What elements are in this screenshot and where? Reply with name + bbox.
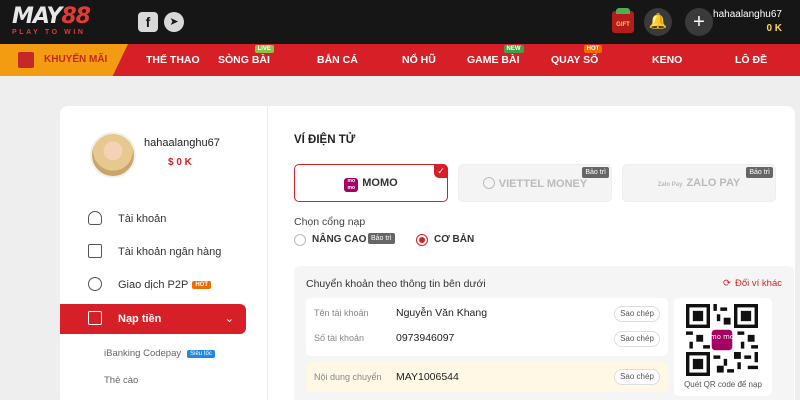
add-funds-button[interactable]: + bbox=[685, 8, 713, 36]
logo-tagline: PLAY TO WIN bbox=[12, 29, 86, 36]
transfer-info-panel: Chuyển khoản theo thông tin bên dưới ⟳ Đổ… bbox=[294, 266, 794, 400]
logo-text-a: MAY bbox=[12, 4, 62, 29]
account-info-box: Tên tài khoản Nguyễn Văn Khang Sao chép … bbox=[306, 298, 668, 356]
nav-item-lode[interactable]: LÔ ĐỀ bbox=[735, 54, 767, 66]
sidebar-username: hahaalanghu67 bbox=[144, 137, 220, 149]
account-number-label: Số tài khoản bbox=[314, 333, 365, 343]
maintenance-badge: Bảo trì bbox=[746, 167, 773, 178]
switch-wallet-link[interactable]: ⟳ Đổi ví khác bbox=[723, 278, 782, 289]
gate-option-advanced[interactable]: NÂNG CAO Bảo trì bbox=[294, 233, 395, 248]
sidebar-item-account[interactable]: Tài khoản bbox=[60, 204, 268, 234]
qr-momo-logo-text: mo mo bbox=[710, 333, 734, 341]
nav-item-card-games[interactable]: GAME BÀI NEW bbox=[467, 45, 524, 66]
wallet-option-momo[interactable]: mo mo MOMO ✓ bbox=[294, 164, 448, 202]
zalopay-icon: Zalo Pay bbox=[657, 182, 683, 188]
nav-item-casino[interactable]: SÒNG BÀI LIVE bbox=[218, 45, 274, 66]
sidebar-balance: $ 0 K bbox=[168, 157, 192, 168]
copy-account-number-button[interactable]: Sao chép bbox=[614, 331, 660, 347]
header-balance: 0 K bbox=[766, 23, 782, 34]
gift-icon bbox=[18, 52, 34, 68]
qr-code-image: mo mo bbox=[686, 304, 758, 376]
sidebar-subitem-ibanking[interactable]: iBanking Codepay Siêu tốc bbox=[104, 348, 215, 359]
account-number-value: 0973946097 bbox=[396, 332, 455, 344]
may88-logo[interactable]: MAY88 PLAY TO WIN bbox=[12, 6, 122, 38]
new-badge: NEW bbox=[503, 45, 524, 53]
radio-checked bbox=[416, 234, 428, 246]
nav-item-lottery[interactable]: QUAY SỐ HOT bbox=[551, 45, 603, 66]
section-title: VÍ ĐIỆN TỬ bbox=[294, 134, 356, 146]
account-name-value: Nguyễn Văn Khang bbox=[396, 307, 488, 319]
live-badge: LIVE bbox=[254, 45, 274, 53]
transfer-title: Chuyển khoản theo thông tin bên dưới bbox=[306, 278, 486, 290]
bank-icon bbox=[88, 244, 102, 258]
avatar[interactable] bbox=[90, 132, 136, 178]
maintenance-badge: Bảo trì bbox=[582, 167, 609, 178]
gate-label: Chọn cổng nạp bbox=[294, 216, 366, 228]
p2p-icon bbox=[88, 277, 102, 291]
deposit-content: VÍ ĐIỆN TỬ mo mo MOMO ✓ VIETTEL MONEY Bảo… bbox=[268, 106, 795, 400]
user-icon bbox=[88, 211, 102, 225]
wallet-option-viettel-money[interactable]: VIETTEL MONEY Bảo trì bbox=[458, 164, 612, 202]
check-icon: ✓ bbox=[434, 164, 448, 178]
bell-icon[interactable]: 🔔 bbox=[644, 8, 672, 36]
account-name-label: Tên tài khoản bbox=[314, 308, 369, 318]
gate-option-basic[interactable]: CƠ BẢN bbox=[416, 234, 496, 248]
viettel-icon bbox=[482, 177, 495, 189]
gift-box-icon[interactable]: GIFT BOX bbox=[612, 8, 634, 56]
account-card: hahaalanghu67 $ 0 K Tài khoản Tài khoản … bbox=[60, 106, 795, 400]
copy-account-name-button[interactable]: Sao chép bbox=[614, 306, 660, 322]
radio-unchecked bbox=[294, 234, 306, 246]
momo-icon: mo mo bbox=[344, 178, 359, 192]
facebook-icon[interactable]: f bbox=[138, 12, 158, 32]
header-username: hahaalanghu67 bbox=[713, 9, 782, 20]
account-sidebar: hahaalanghu67 $ 0 K Tài khoản Tài khoản … bbox=[60, 106, 268, 400]
nav-item-sports[interactable]: THỂ THAO bbox=[146, 54, 200, 66]
qr-code-box: mo mo Quét QR code để nạp bbox=[674, 298, 772, 396]
hot-badge: HOT bbox=[583, 45, 603, 53]
nav-promotions[interactable]: KHUYẾN MÃI bbox=[0, 44, 128, 76]
refresh-icon: ⟳ bbox=[723, 278, 731, 289]
sidebar-item-deposit[interactable]: Nạp tiền ⌄ bbox=[60, 304, 246, 334]
hot-badge: HOT bbox=[192, 281, 211, 289]
header-user-info[interactable]: hahaalanghu67 0 K bbox=[713, 9, 782, 34]
main-nav: KHUYẾN MÃI THỂ THAO SÒNG BÀI LIVE BẮN CÁ … bbox=[0, 44, 800, 76]
fast-badge: Siêu tốc bbox=[187, 350, 215, 358]
memo-value: MAY1006544 bbox=[396, 371, 459, 383]
nav-item-keno[interactable]: KENO bbox=[652, 54, 682, 66]
memo-label: Nội dung chuyển bbox=[314, 372, 382, 382]
nav-item-fishing[interactable]: BẮN CÁ bbox=[317, 54, 358, 66]
sidebar-item-bank-account[interactable]: Tài khoản ngân hàng bbox=[60, 237, 268, 267]
nav-item-slots[interactable]: NỔ HŨ bbox=[402, 54, 436, 66]
wallet-option-zalo-pay[interactable]: Zalo Pay ZALO PAY Bảo trì bbox=[622, 164, 776, 202]
transfer-memo-box: Nội dung chuyển MAY1006544 Sao chép bbox=[306, 362, 668, 392]
qr-caption: Quét QR code để nạp bbox=[684, 380, 762, 389]
telegram-icon[interactable]: ➤ bbox=[164, 12, 184, 32]
top-header: MAY88 PLAY TO WIN f ➤ GIFT BOX 🔔 + hahaa… bbox=[0, 0, 800, 56]
logo-text-b: 88 bbox=[61, 4, 91, 29]
chevron-down-icon: ⌄ bbox=[224, 313, 234, 325]
sidebar-subitem-scratch-card[interactable]: Thẻ cào bbox=[104, 375, 138, 386]
sidebar-item-p2p[interactable]: Giao dịch P2P HOT bbox=[60, 270, 268, 300]
maintenance-badge: Bảo trì bbox=[368, 233, 395, 244]
deposit-icon bbox=[88, 311, 102, 325]
nav-promotions-label: KHUYẾN MÃI bbox=[44, 54, 108, 65]
copy-memo-button[interactable]: Sao chép bbox=[614, 369, 660, 385]
